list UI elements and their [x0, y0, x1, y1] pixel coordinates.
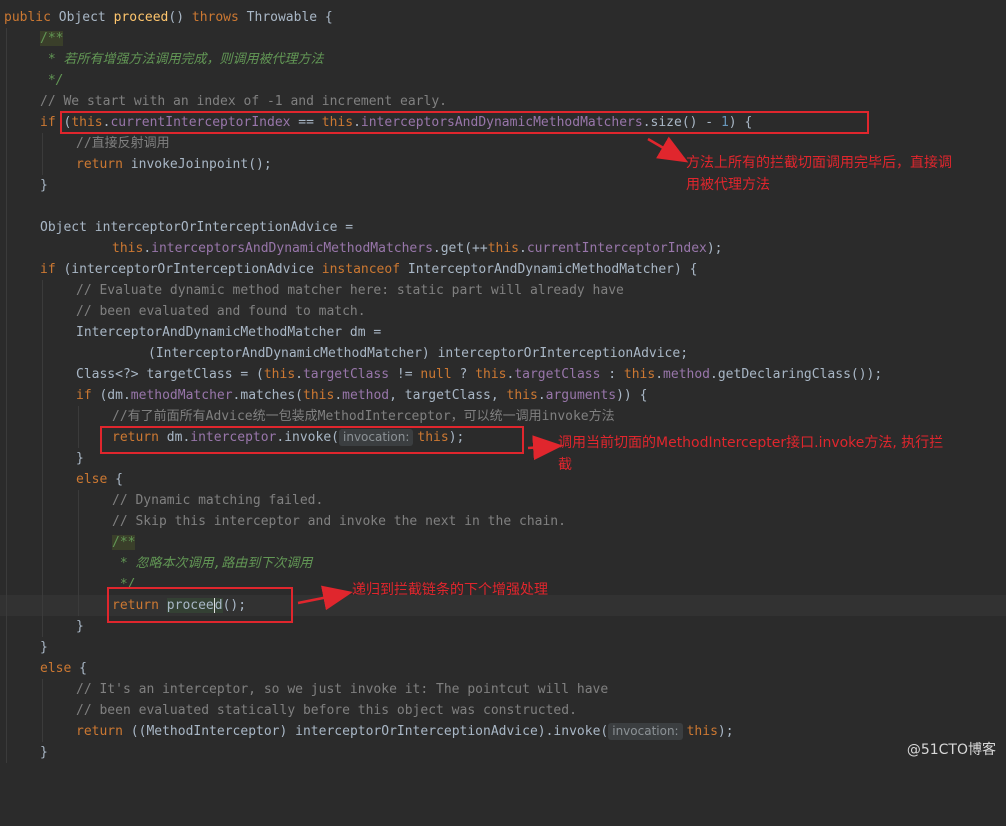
watermark: @51CTO博客 — [906, 742, 996, 758]
arrow-icon — [647, 136, 689, 163]
annotation-arrows — [297, 136, 689, 611]
arrow-icon — [527, 435, 563, 461]
annotation-text-invoke: 调用当前切面的MethodIntercepter接口.invoke方法, 执行拦… — [558, 435, 944, 473]
arrow-icon — [297, 585, 353, 611]
annotation-text-final-check: 方法上所有的拦截切面调用完毕后，直接调 用被代理方法 — [686, 155, 952, 193]
annotation-text-proceed: 递归到拦截链条的下个增强处理 — [352, 582, 548, 598]
